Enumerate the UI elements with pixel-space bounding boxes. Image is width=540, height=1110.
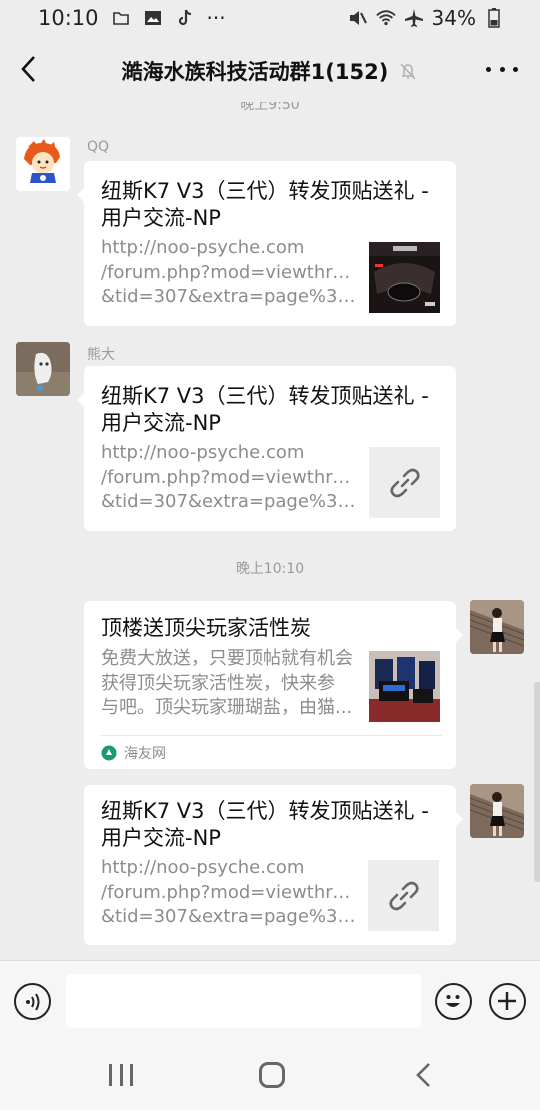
card-description: http://noo-psyche.com /forum.php?mod=vie… (101, 236, 356, 310)
input-bar (0, 960, 540, 1040)
system-back-button[interactable] (414, 1062, 434, 1088)
status-time: 10:10 (38, 6, 99, 30)
card-title: 纽斯K7 V3（三代）转发顶贴送礼 - 用户交流-NP (101, 384, 429, 435)
battery-icon (484, 8, 504, 28)
desc-line: /forum.php?mod=viewthread (101, 261, 356, 283)
dot-icon (486, 66, 491, 72)
article-card[interactable]: 顶楼送顶尖玩家活性炭 免费大放送，只要顶帖就有机会 获得顶尖玩家活性炭，快来参 … (84, 601, 463, 769)
desc-line: 获得顶尖玩家活性炭，快来参 (101, 672, 335, 694)
more-functions-button[interactable] (489, 983, 526, 1020)
mute-icon (348, 8, 368, 28)
desc-line: 免费大放送，只要顶帖就有机会 (101, 648, 353, 669)
airplane-icon (404, 8, 424, 28)
bubble-tail (77, 187, 85, 203)
tiktok-icon (175, 8, 195, 28)
avatar[interactable] (16, 342, 70, 396)
group-name: 澔海水族科技活动群1(152) (121, 60, 389, 84)
card-thumbnail (369, 651, 440, 722)
bubble-tail (455, 627, 463, 643)
plus-icon (498, 992, 516, 1010)
home-button[interactable] (259, 1062, 285, 1088)
bar-icon (130, 1064, 133, 1086)
bar-icon (119, 1064, 123, 1086)
status-more-dots: ··· (206, 6, 226, 30)
avatar[interactable] (16, 137, 70, 191)
desc-line: &tid=307&extra=page%3D1... (101, 286, 356, 307)
card-thumbnail (369, 447, 440, 518)
battery-percent: 34% (431, 6, 476, 30)
card-title: 纽斯K7 V3（三代）转发顶贴送礼 - 用户交流-NP (101, 179, 429, 230)
card-title: 纽斯K7 V3（三代）转发顶贴送礼 - 用户交流-NP (101, 799, 429, 850)
sender-name: QQ (87, 139, 110, 155)
chat-title: 澔海水族科技活动群1(152) (0, 56, 540, 86)
more-options-button[interactable] (486, 58, 518, 80)
card-divider (101, 735, 442, 736)
voice-icon (25, 992, 39, 1011)
desc-line: &tid=307&extra=page%3D1... (101, 906, 356, 927)
desc-line: http://noo-psyche.com (101, 857, 305, 878)
desc-line: 与吧。顶尖玩家珊瑚盐，由猫... (101, 697, 353, 718)
card-description: http://noo-psyche.com /forum.php?mod=vie… (101, 856, 356, 930)
avatar[interactable] (470, 784, 524, 838)
wifi-icon (375, 8, 396, 28)
dot-icon (499, 66, 505, 72)
link-card[interactable]: 纽斯K7 V3（三代）转发顶贴送礼 - 用户交流-NP http://noo-p… (77, 366, 456, 531)
desc-line: http://noo-psyche.com (101, 237, 305, 258)
sender-name: 熊大 (87, 347, 115, 363)
desc-line: /forum.php?mod=viewthread (101, 881, 356, 903)
folder-icon (111, 8, 131, 28)
timestamp: 晚上10:10 (235, 561, 305, 577)
link-card[interactable]: 纽斯K7 V3（三代）转发顶贴送礼 - 用户交流-NP http://noo-p… (84, 785, 463, 945)
gallery-icon (143, 8, 163, 28)
bubble-tail (77, 392, 85, 408)
dot-icon (513, 66, 518, 72)
card-thumbnail (369, 242, 440, 313)
voice-input-button[interactable] (14, 983, 51, 1020)
scroll-indicator[interactable] (534, 682, 540, 882)
card-thumbnail (368, 860, 439, 931)
bar-icon (109, 1064, 112, 1086)
card-title: 顶楼送顶尖玩家活性炭 (101, 616, 311, 640)
muted-bell-icon (400, 63, 416, 80)
chat-header: 澔海水族科技活动群1(152) (0, 36, 540, 102)
desc-line: /forum.php?mod=viewthread (101, 466, 356, 488)
timestamp: 晚上9:50 (240, 102, 300, 113)
recent-apps-button[interactable] (109, 1064, 133, 1086)
bubble-tail (455, 811, 463, 827)
chevron-left-icon (416, 1063, 430, 1087)
system-navigation-bar (0, 1040, 540, 1110)
card-description: 免费大放送，只要顶帖就有机会 获得顶尖玩家活性炭，快来参 与吧。顶尖玩家珊瑚盐，… (101, 647, 361, 721)
desc-line: &tid=307&extra=page%3D1... (101, 491, 356, 512)
avatar[interactable] (470, 600, 524, 654)
message-list[interactable]: 晚上9:50 QQ 纽斯K7 V3（三代）转发顶贴送礼 - 用户交流-NP ht… (0, 102, 540, 960)
card-source: 海友网 (101, 743, 166, 763)
desc-line: http://noo-psyche.com (101, 442, 305, 463)
card-description: http://noo-psyche.com /forum.php?mod=vie… (101, 441, 356, 515)
emoji-icon (446, 995, 460, 1007)
source-logo-icon (101, 745, 117, 761)
source-name: 海友网 (124, 746, 166, 762)
emoji-button[interactable] (435, 983, 472, 1020)
link-card[interactable]: 纽斯K7 V3（三代）转发顶贴送礼 - 用户交流-NP http://noo-p… (77, 161, 456, 326)
link-icon (388, 881, 419, 910)
status-bar: 10:10 ··· 34% (0, 0, 540, 36)
message-input[interactable] (66, 974, 421, 1028)
link-icon (389, 468, 420, 497)
